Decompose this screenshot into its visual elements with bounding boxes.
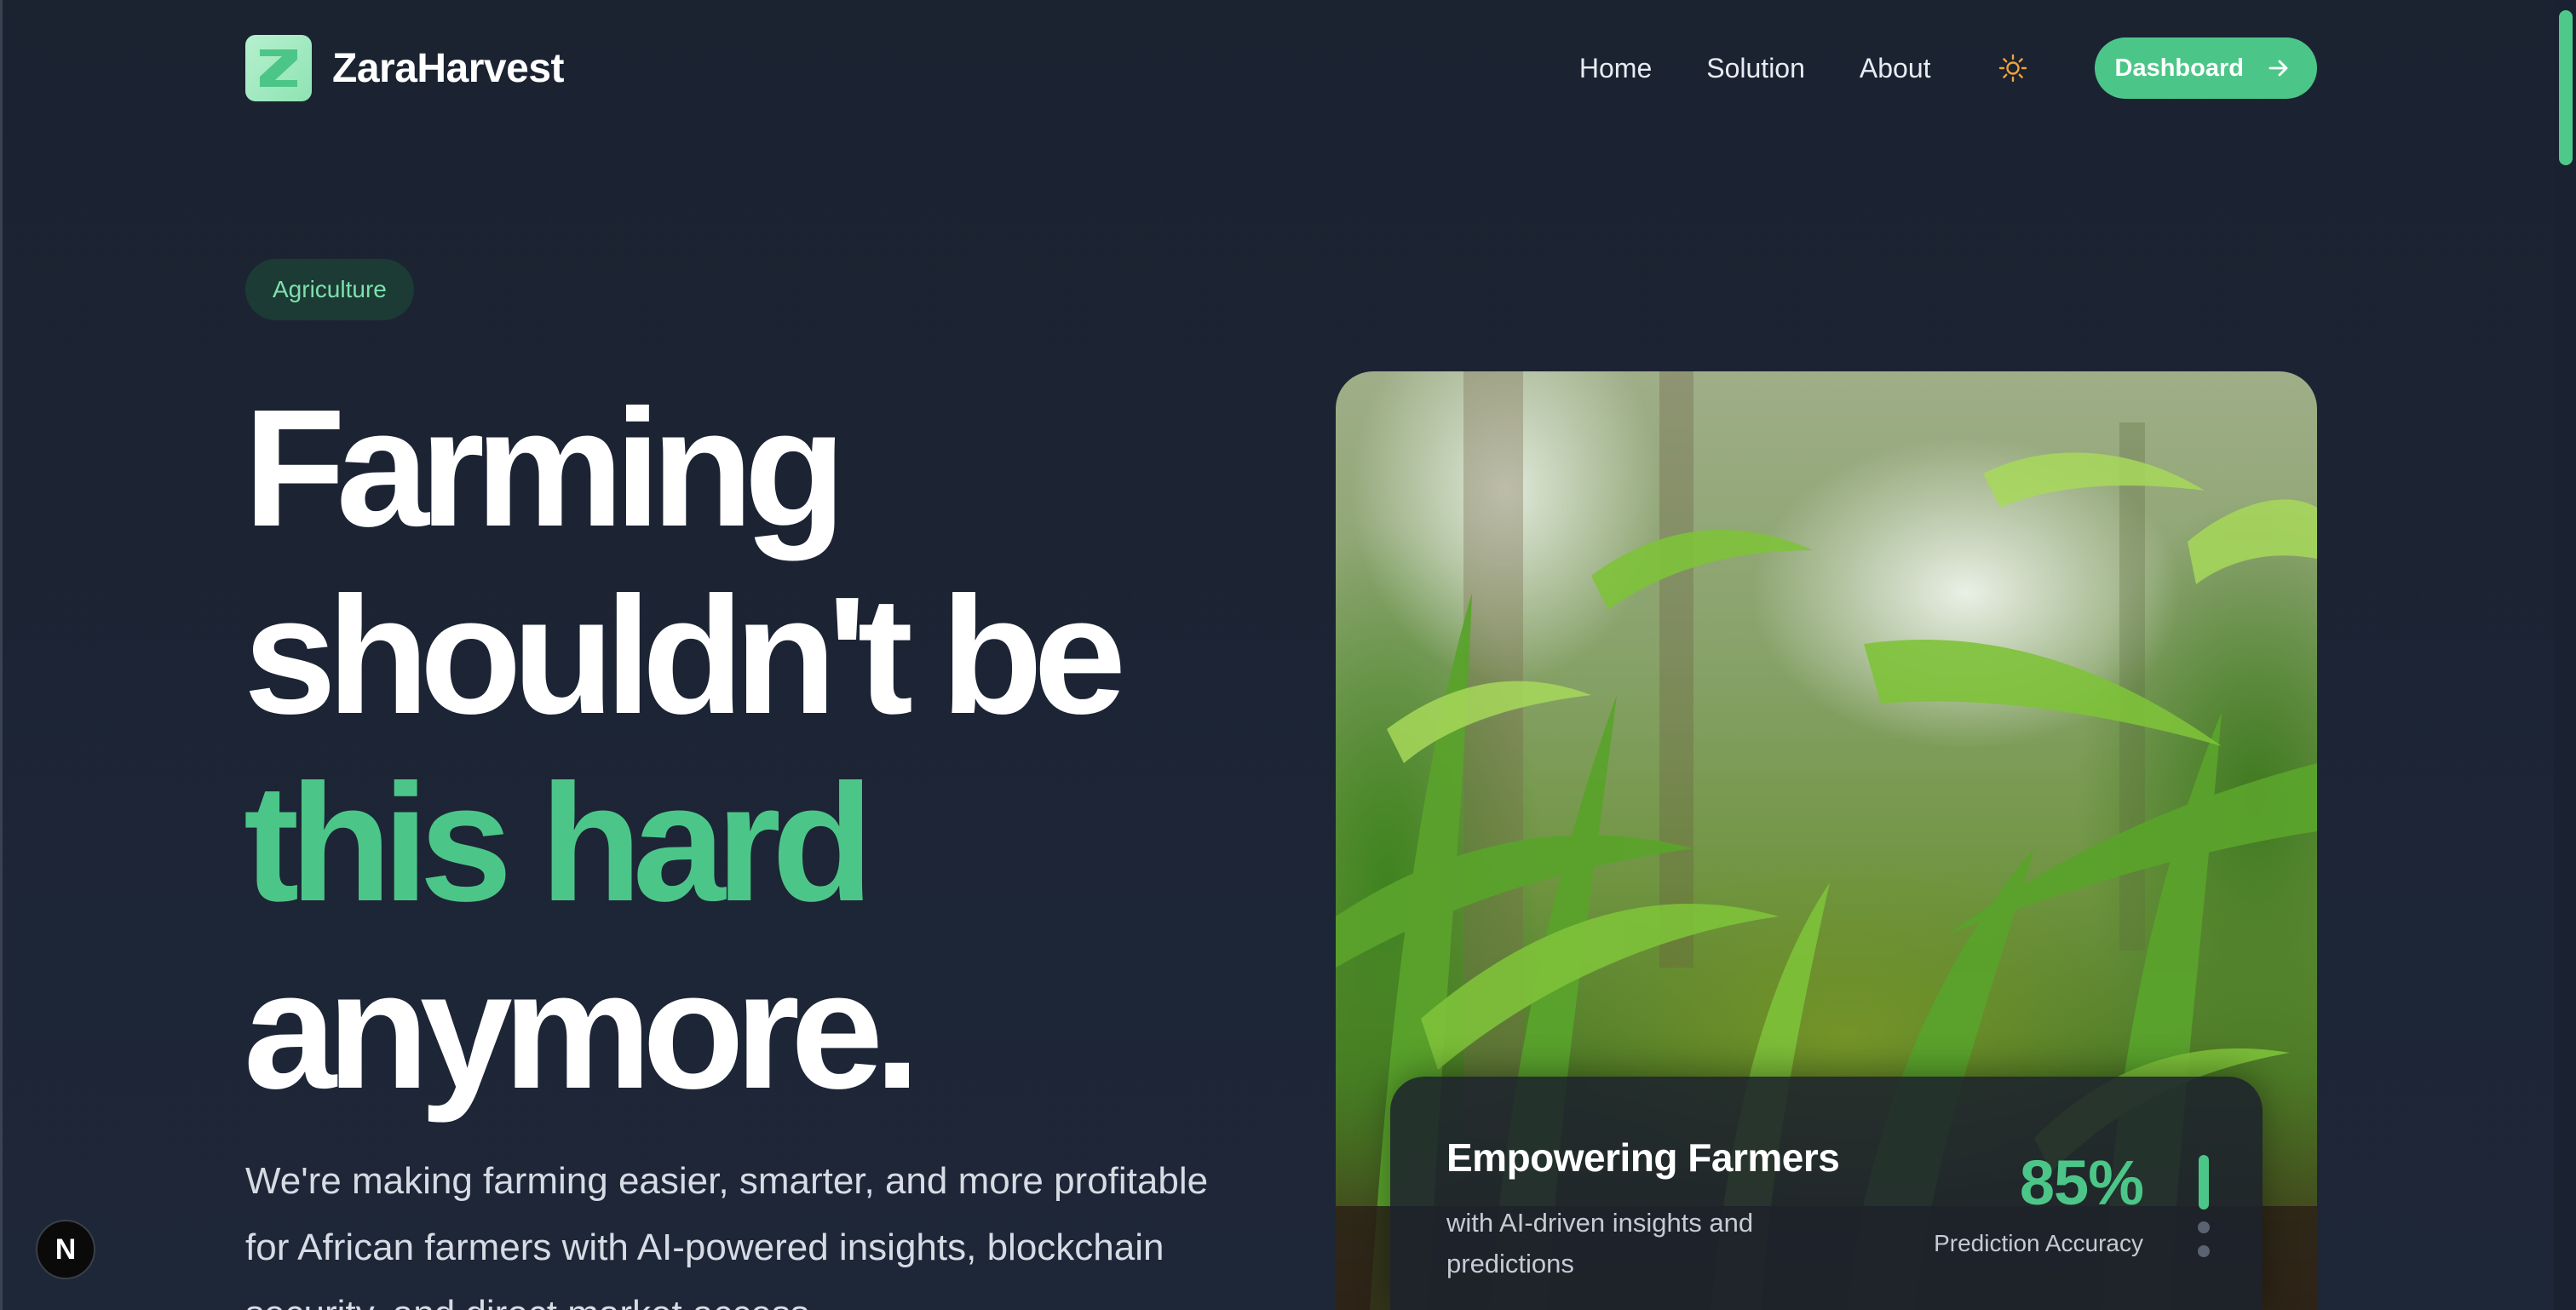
brand[interactable]: ZaraHarvest	[245, 35, 565, 101]
stats-label: Prediction Accuracy	[1934, 1230, 2143, 1256]
headline-line-accent: this hard	[244, 750, 874, 936]
sun-icon[interactable]	[1991, 46, 2035, 90]
arrow-right-icon	[2268, 60, 2288, 77]
category-badge: Agriculture	[245, 259, 414, 320]
headline-line-4: anymore.	[244, 937, 920, 1123]
scrollbar-thumb[interactable]	[2559, 10, 2573, 165]
slide-dot-active[interactable]	[2199, 1155, 2209, 1209]
stats-card: Empowering Farmers with AI-driven insigh…	[1390, 1077, 2263, 1310]
slide-dot[interactable]	[2198, 1245, 2210, 1257]
dashboard-button[interactable]: Dashboard	[2094, 37, 2317, 99]
headline-line-1: Farming	[244, 375, 846, 561]
stats-title: Empowering Farmers	[1446, 1135, 1840, 1180]
hero-subtext: We're making farming easier, smarter, an…	[245, 1160, 1209, 1310]
nav-menu: Home Solution About Dashboard	[1579, 37, 2317, 99]
stats-value: 85%	[2019, 1147, 2144, 1218]
window-edge	[0, 0, 3, 1310]
nextjs-dev-badge[interactable]: N	[36, 1220, 95, 1279]
slide-dot[interactable]	[2198, 1221, 2210, 1233]
top-nav: ZaraHarvest Home Solution About Dashboar…	[245, 34, 2317, 102]
page-scrollbar[interactable]	[2554, 0, 2576, 1310]
hero-headline: Farming shouldn't be this hard anymore.	[244, 375, 1351, 1124]
slide-indicator	[2198, 1155, 2210, 1257]
nav-link-home[interactable]: Home	[1579, 53, 1652, 84]
nav-link-solution[interactable]: Solution	[1706, 53, 1805, 84]
nav-link-about[interactable]: About	[1860, 53, 1931, 84]
brand-logo-icon	[245, 35, 312, 101]
brand-name: ZaraHarvest	[332, 45, 565, 91]
stats-description: with AI-driven insights and predictions	[1446, 1208, 1754, 1278]
headline-line-2: shouldn't be	[244, 562, 1126, 749]
nextjs-dev-badge-letter: N	[55, 1232, 77, 1266]
dashboard-button-label: Dashboard	[2114, 54, 2244, 82]
